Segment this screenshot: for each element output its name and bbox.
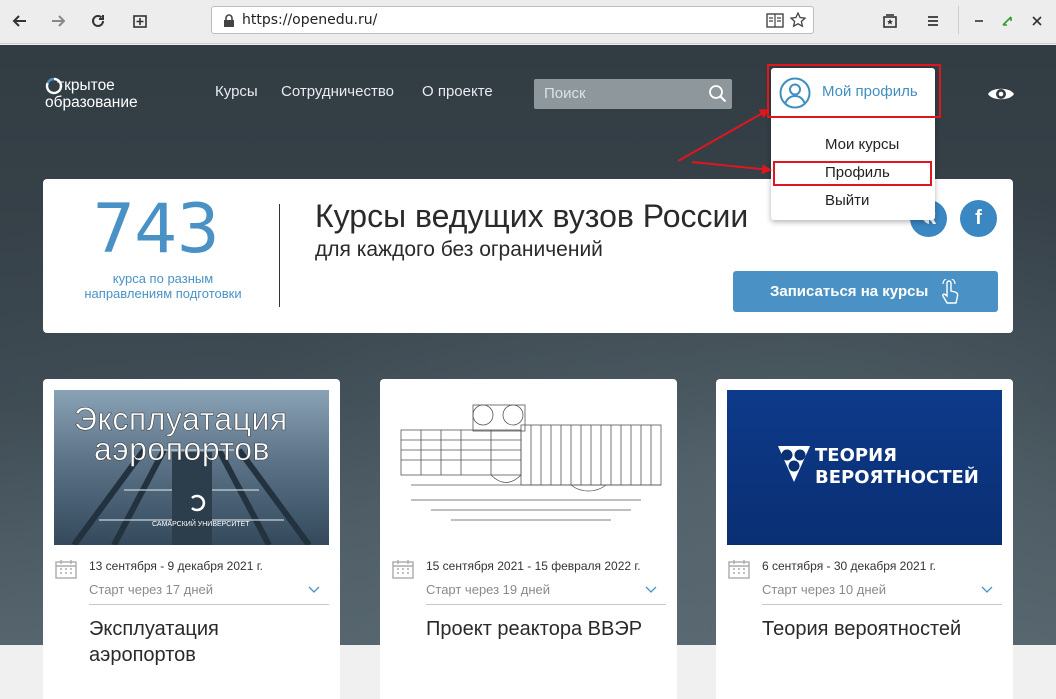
- course-dates: 13 сентября - 9 декабря 2021 г.: [89, 559, 263, 573]
- search-placeholder: Поиск: [544, 85, 586, 102]
- banner-subtitle: для каждого без ограничений: [315, 238, 603, 261]
- site-logo[interactable]: ткрытое образование: [45, 77, 138, 111]
- reload-icon[interactable]: [85, 8, 111, 34]
- course-count-caption: курса по разным направлениям подготовки: [63, 271, 263, 301]
- course-start: Старт через 10 дней: [762, 582, 887, 597]
- course-image-caption: Эксплуатация аэропортов: [74, 401, 288, 467]
- count-caption-line-1: курса по разным: [112, 271, 214, 286]
- course-title[interactable]: Эксплуатация аэропортов: [89, 616, 329, 668]
- course-dates: 6 сентября - 30 декабря 2021 г.: [762, 559, 936, 573]
- course-start: Старт через 17 дней: [89, 582, 214, 597]
- image-line-1: ТЕОРИЯ: [815, 445, 897, 466]
- image-line-1: Эксплуатация: [74, 401, 288, 437]
- calendar-icon: [55, 560, 77, 579]
- calendar-icon: [392, 560, 414, 579]
- close-icon[interactable]: [1024, 8, 1050, 34]
- image-line-2: ВЕРОЯТНОСТЕЙ: [815, 467, 979, 488]
- chevron-down-icon[interactable]: [308, 584, 320, 594]
- back-arrow-icon[interactable]: [7, 8, 33, 34]
- card-divider: [89, 604, 329, 605]
- annotation-box-profile-item: [773, 161, 932, 186]
- url-text: https://openedu.ru/: [242, 12, 378, 28]
- banner-title: Курсы ведущих вузов России: [315, 198, 749, 234]
- card-divider: [762, 604, 1002, 605]
- forward-arrow-icon[interactable]: [45, 8, 71, 34]
- reader-view-icon[interactable]: [766, 13, 784, 28]
- course-title[interactable]: Теория вероятностей: [762, 616, 1002, 642]
- toolbar-divider: [958, 6, 959, 34]
- chevron-down-icon[interactable]: [645, 584, 657, 594]
- probability-logo-icon: [778, 446, 810, 482]
- course-title[interactable]: Проект реактора ВВЭР: [426, 616, 666, 642]
- image-line-2: аэропортов: [94, 431, 271, 467]
- university-label: САМАРСКИЙ УНИВЕРСИТЕТ: [152, 521, 250, 528]
- banner-divider: [279, 204, 280, 307]
- course-image: [391, 390, 666, 545]
- facebook-glyph: f: [975, 207, 982, 229]
- course-dates: 15 сентября 2021 - 15 февраля 2022 г.: [426, 559, 641, 573]
- annotation-box-profile-header: [767, 64, 941, 118]
- new-tab-icon[interactable]: [127, 8, 153, 34]
- browser-toolbar: https://openedu.ru/: [0, 0, 1056, 44]
- lock-icon: [224, 14, 234, 27]
- nav-cooperation[interactable]: Сотрудничество: [281, 83, 394, 100]
- course-image-caption: ТЕОРИЯ ВЕРОЯТНОСТЕЙ: [815, 445, 979, 489]
- calendar-icon: [728, 560, 750, 579]
- annotation-arrows: [677, 109, 772, 175]
- nav-about[interactable]: О проекте: [422, 83, 493, 100]
- restore-icon[interactable]: [994, 8, 1020, 34]
- enroll-courses-button[interactable]: Записаться на курсы: [733, 271, 998, 312]
- logo-line-1: ткрытое: [57, 77, 115, 94]
- course-image: Эксплуатация аэропортов САМАРСКИЙ УНИВЕР…: [54, 390, 329, 545]
- accessibility-eye-icon[interactable]: [986, 84, 1016, 104]
- count-caption-line-2: направлениям подготовки: [84, 286, 242, 301]
- nav-courses[interactable]: Курсы: [215, 83, 258, 100]
- course-card[interactable]: ТЕОРИЯ ВЕРОЯТНОСТЕЙ 6 сентября - 30 дека…: [716, 379, 1013, 699]
- address-bar[interactable]: https://openedu.ru/: [211, 6, 814, 34]
- course-card[interactable]: Эксплуатация аэропортов САМАРСКИЙ УНИВЕР…: [43, 379, 340, 699]
- minimize-icon[interactable]: [966, 8, 992, 34]
- bookmark-star-icon[interactable]: [790, 12, 806, 28]
- course-count: 743: [92, 190, 220, 269]
- course-card[interactable]: 15 сентября 2021 - 15 февраля 2022 г. Ст…: [380, 379, 677, 699]
- menu-item-my-courses[interactable]: Мои курсы: [825, 136, 899, 153]
- course-start: Старт через 19 дней: [426, 582, 551, 597]
- menu-icon[interactable]: [920, 8, 946, 34]
- card-divider: [426, 604, 666, 605]
- tap-hand-icon: [942, 279, 959, 304]
- course-image: ТЕОРИЯ ВЕРОЯТНОСТЕЙ: [727, 390, 1002, 545]
- logo-line-2: образование: [45, 94, 138, 111]
- menu-item-logout[interactable]: Выйти: [825, 192, 869, 209]
- enroll-label: Записаться на курсы: [770, 283, 929, 300]
- chevron-down-icon[interactable]: [981, 584, 993, 594]
- facebook-icon[interactable]: f: [960, 200, 997, 237]
- library-icon[interactable]: [877, 8, 903, 34]
